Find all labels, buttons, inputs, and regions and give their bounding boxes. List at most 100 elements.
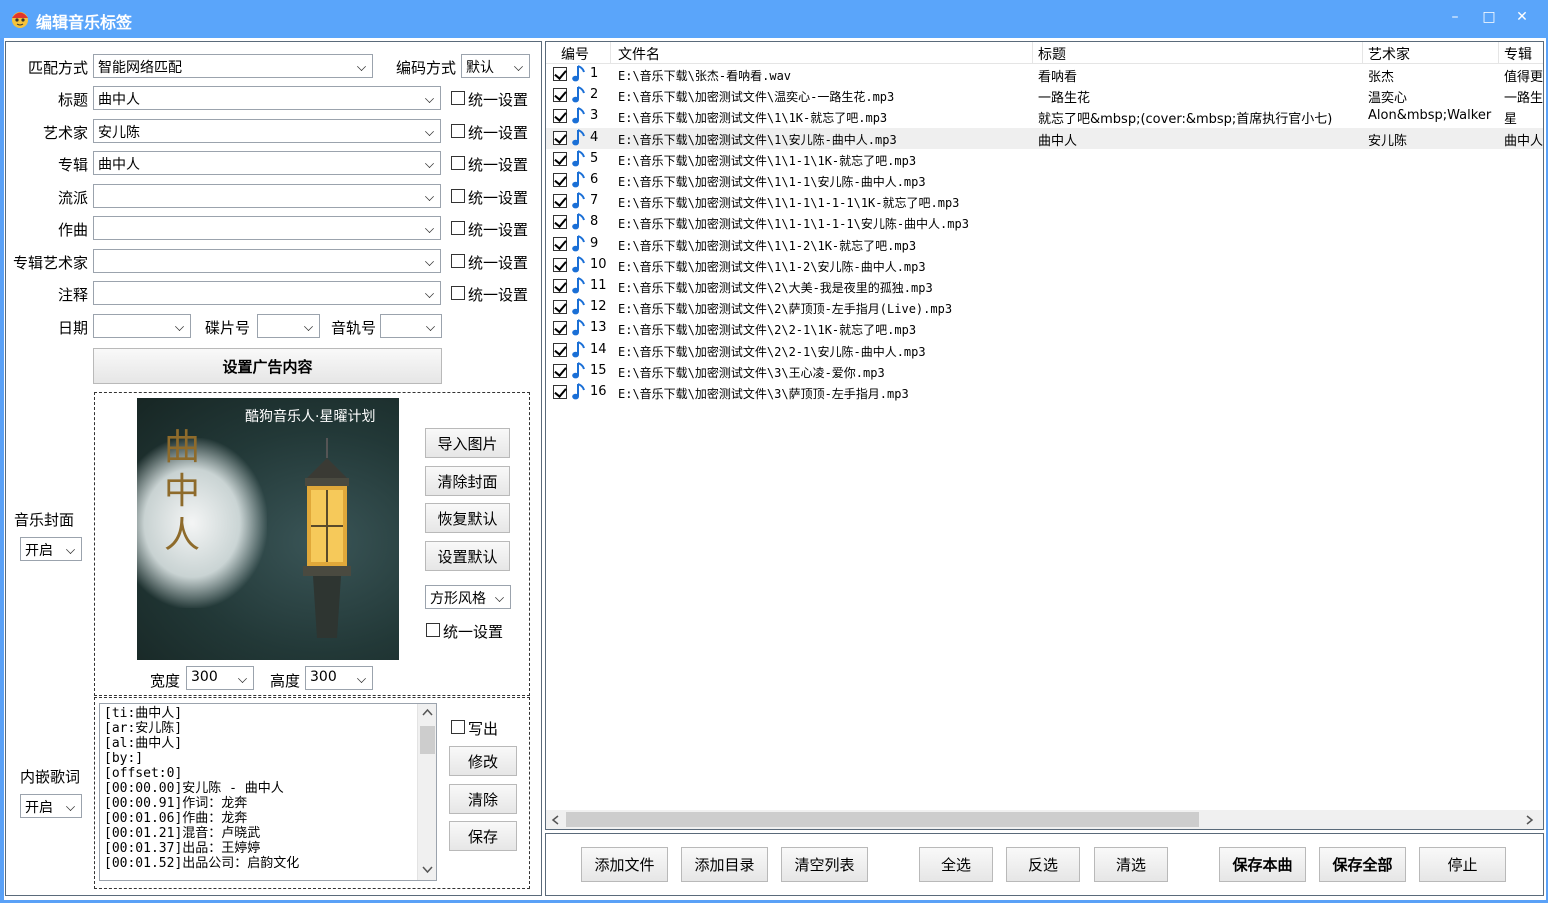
column-separator[interactable] (610, 42, 611, 64)
add-directory-button[interactable]: 添加目录 (681, 847, 768, 882)
table-row[interactable]: 12 E:\音乐下载\加密测试文件\2\萨顶顶-左手指月(Live).mp3 (546, 297, 1543, 318)
height-select[interactable]: 300 (305, 666, 373, 690)
column-header-artist[interactable]: 艺术家 (1368, 44, 1410, 64)
row-checkbox[interactable] (553, 363, 567, 378)
title-unify-checkbox[interactable] (451, 91, 465, 105)
table-row[interactable]: 15 E:\音乐下载\加密测试文件\3\王心凌-爱你.mp3 (546, 361, 1543, 382)
title-field[interactable]: 曲中人 (93, 86, 441, 110)
column-header-filename[interactable]: 文件名 (618, 44, 660, 64)
horizontal-scrollbar[interactable] (546, 810, 1543, 829)
scroll-left-icon[interactable] (551, 815, 559, 825)
table-row[interactable]: 6 E:\音乐下载\加密测试文件\1\1-1\安儿陈-曲中人.mp3 (546, 170, 1543, 191)
track-field[interactable] (380, 314, 442, 338)
cover-toggle-select[interactable]: 开启 (20, 537, 82, 561)
column-header-number[interactable]: 编号 (561, 44, 589, 64)
row-checkbox[interactable] (553, 130, 567, 145)
write-out-checkbox[interactable] (451, 720, 465, 734)
chevron-down-icon (495, 593, 504, 602)
lyrics-scroll-thumb[interactable] (420, 726, 435, 754)
table-row[interactable]: 9 E:\音乐下载\加密测试文件\1\1-2\1K-就忘了吧.mp3 (546, 234, 1543, 255)
column-separator[interactable] (1032, 42, 1033, 64)
table-row[interactable]: 7 E:\音乐下载\加密测试文件\1\1-1\1-1-1\1K-就忘了吧.mp3 (546, 191, 1543, 212)
set-default-button[interactable]: 设置默认 (425, 541, 510, 571)
table-row[interactable]: 2 E:\音乐下载\加密测试文件\温奕心-一路生花.mp3 一路生花 温奕心 一路生 (546, 85, 1543, 106)
row-checkbox[interactable] (553, 109, 567, 124)
modify-lyrics-button[interactable]: 修改 (449, 746, 517, 776)
clear-cover-button[interactable]: 清除封面 (425, 466, 510, 496)
table-row[interactable]: 1 E:\音乐下载\张杰-看呐看.wav 看呐看 张杰 值得更 (546, 64, 1543, 85)
add-file-button[interactable]: 添加文件 (581, 847, 668, 882)
table-row[interactable]: 4 E:\音乐下载\加密测试文件\1\安儿陈-曲中人.mp3 曲中人 安儿陈 曲中人 (546, 127, 1543, 149)
lyrics-toggle-select[interactable]: 开启 (20, 794, 82, 818)
table-row[interactable]: 13 E:\音乐下载\加密测试文件\2\2-1\1K-就忘了吧.mp3 (546, 318, 1543, 339)
minimize-button[interactable]: – (1440, 4, 1470, 30)
table-row[interactable]: 16 E:\音乐下载\加密测试文件\3\萨顶顶-左手指月.mp3 (546, 382, 1543, 403)
table-row[interactable]: 14 E:\音乐下载\加密测试文件\2\2-1\安儿陈-曲中人.mp3 (546, 340, 1543, 361)
clear-list-button[interactable]: 清空列表 (781, 847, 868, 882)
composer-field[interactable] (93, 216, 441, 240)
row-checkbox[interactable] (553, 151, 567, 166)
invert-selection-button[interactable]: 反选 (1006, 847, 1080, 882)
row-checkbox[interactable] (553, 279, 567, 293)
select-all-button[interactable]: 全选 (919, 847, 993, 882)
scroll-down-icon[interactable] (422, 866, 433, 874)
cover-unify-checkbox[interactable] (426, 623, 440, 637)
genre-field[interactable] (93, 184, 441, 208)
column-header-title[interactable]: 标题 (1038, 44, 1066, 64)
row-checkbox[interactable] (553, 236, 567, 251)
table-row[interactable]: 3 E:\音乐下载\加密测试文件\1\1K-就忘了吧.mp3 就忘了吧&mbsp;(… (546, 106, 1543, 127)
lyrics-textarea[interactable]: [ti:曲中人] [ar:安儿陈] [al:曲中人] [by:] [offset… (99, 703, 437, 881)
cover-style-select[interactable]: 方形风格 (425, 585, 511, 609)
row-checkbox[interactable] (553, 67, 567, 81)
import-image-button[interactable]: 导入图片 (425, 428, 510, 458)
disc-field[interactable] (257, 314, 320, 338)
date-field[interactable] (93, 314, 191, 338)
lyrics-scrollbar[interactable] (417, 704, 436, 880)
table-row[interactable]: 8 E:\音乐下载\加密测试文件\1\1-1\1-1-1\安儿陈-曲中人.mp3 (546, 212, 1543, 233)
artist-field[interactable]: 安儿陈 (93, 119, 441, 143)
column-header-album[interactable]: 专辑 (1504, 44, 1532, 64)
restore-default-button[interactable]: 恢复默认 (425, 503, 510, 533)
table-row[interactable]: 10 E:\音乐下载\加密测试文件\1\1-2\安儿陈-曲中人.mp3 (546, 255, 1543, 276)
column-separator[interactable] (1498, 42, 1499, 64)
album-unify-checkbox[interactable] (451, 156, 465, 170)
genre-unify-checkbox[interactable] (451, 189, 465, 203)
match-mode-select[interactable]: 智能网络匹配 (93, 54, 373, 78)
comment-unify-checkbox[interactable] (451, 286, 465, 300)
row-checkbox[interactable] (553, 257, 567, 272)
row-checkbox[interactable] (553, 215, 567, 230)
width-select[interactable]: 300 (186, 666, 254, 690)
clear-lyrics-button[interactable]: 清除 (449, 784, 517, 814)
maximize-button[interactable]: □ (1474, 4, 1504, 30)
artist-unify-checkbox[interactable] (451, 124, 465, 138)
write-out-label: 写出 (468, 720, 499, 738)
close-button[interactable]: ✕ (1507, 4, 1537, 30)
row-checkbox[interactable] (553, 88, 567, 103)
row-checkbox[interactable] (553, 321, 567, 336)
save-all-button[interactable]: 保存全部 (1319, 847, 1406, 882)
album-field[interactable]: 曲中人 (93, 151, 441, 175)
save-lyrics-button[interactable]: 保存 (449, 821, 517, 851)
composer-unify-checkbox[interactable] (451, 221, 465, 235)
row-checkbox[interactable] (553, 194, 567, 209)
album-artist-field[interactable] (93, 249, 441, 273)
stop-button[interactable]: 停止 (1419, 847, 1506, 882)
album-artist-unify-checkbox[interactable] (451, 254, 465, 268)
row-checkbox[interactable] (553, 173, 567, 187)
save-current-button[interactable]: 保存本曲 (1219, 847, 1306, 882)
table-row[interactable]: 11 E:\音乐下载\加密测试文件\2\大美-我是夜里的孤独.mp3 (546, 276, 1543, 297)
scroll-up-icon[interactable] (422, 708, 433, 716)
encoding-select[interactable]: 默认 (461, 54, 530, 78)
clear-selection-button[interactable]: 清选 (1094, 847, 1168, 882)
scroll-right-icon[interactable] (1526, 815, 1534, 825)
horizontal-scroll-thumb[interactable] (566, 812, 1199, 827)
cover-image: 曲中人 酷狗音乐人·星曜计划 (137, 398, 399, 660)
set-ad-content-button[interactable]: 设置广告内容 (93, 348, 442, 384)
row-checkbox[interactable] (553, 300, 567, 315)
table-row[interactable]: 5 E:\音乐下载\加密测试文件\1\1-1\1K-就忘了吧.mp3 (546, 149, 1543, 170)
lyrics-line: [00:01.37]出品：王婷婷 (104, 841, 261, 856)
row-checkbox[interactable] (553, 385, 567, 399)
row-checkbox[interactable] (553, 342, 567, 357)
column-separator[interactable] (1362, 42, 1363, 64)
comment-field[interactable] (93, 281, 441, 305)
